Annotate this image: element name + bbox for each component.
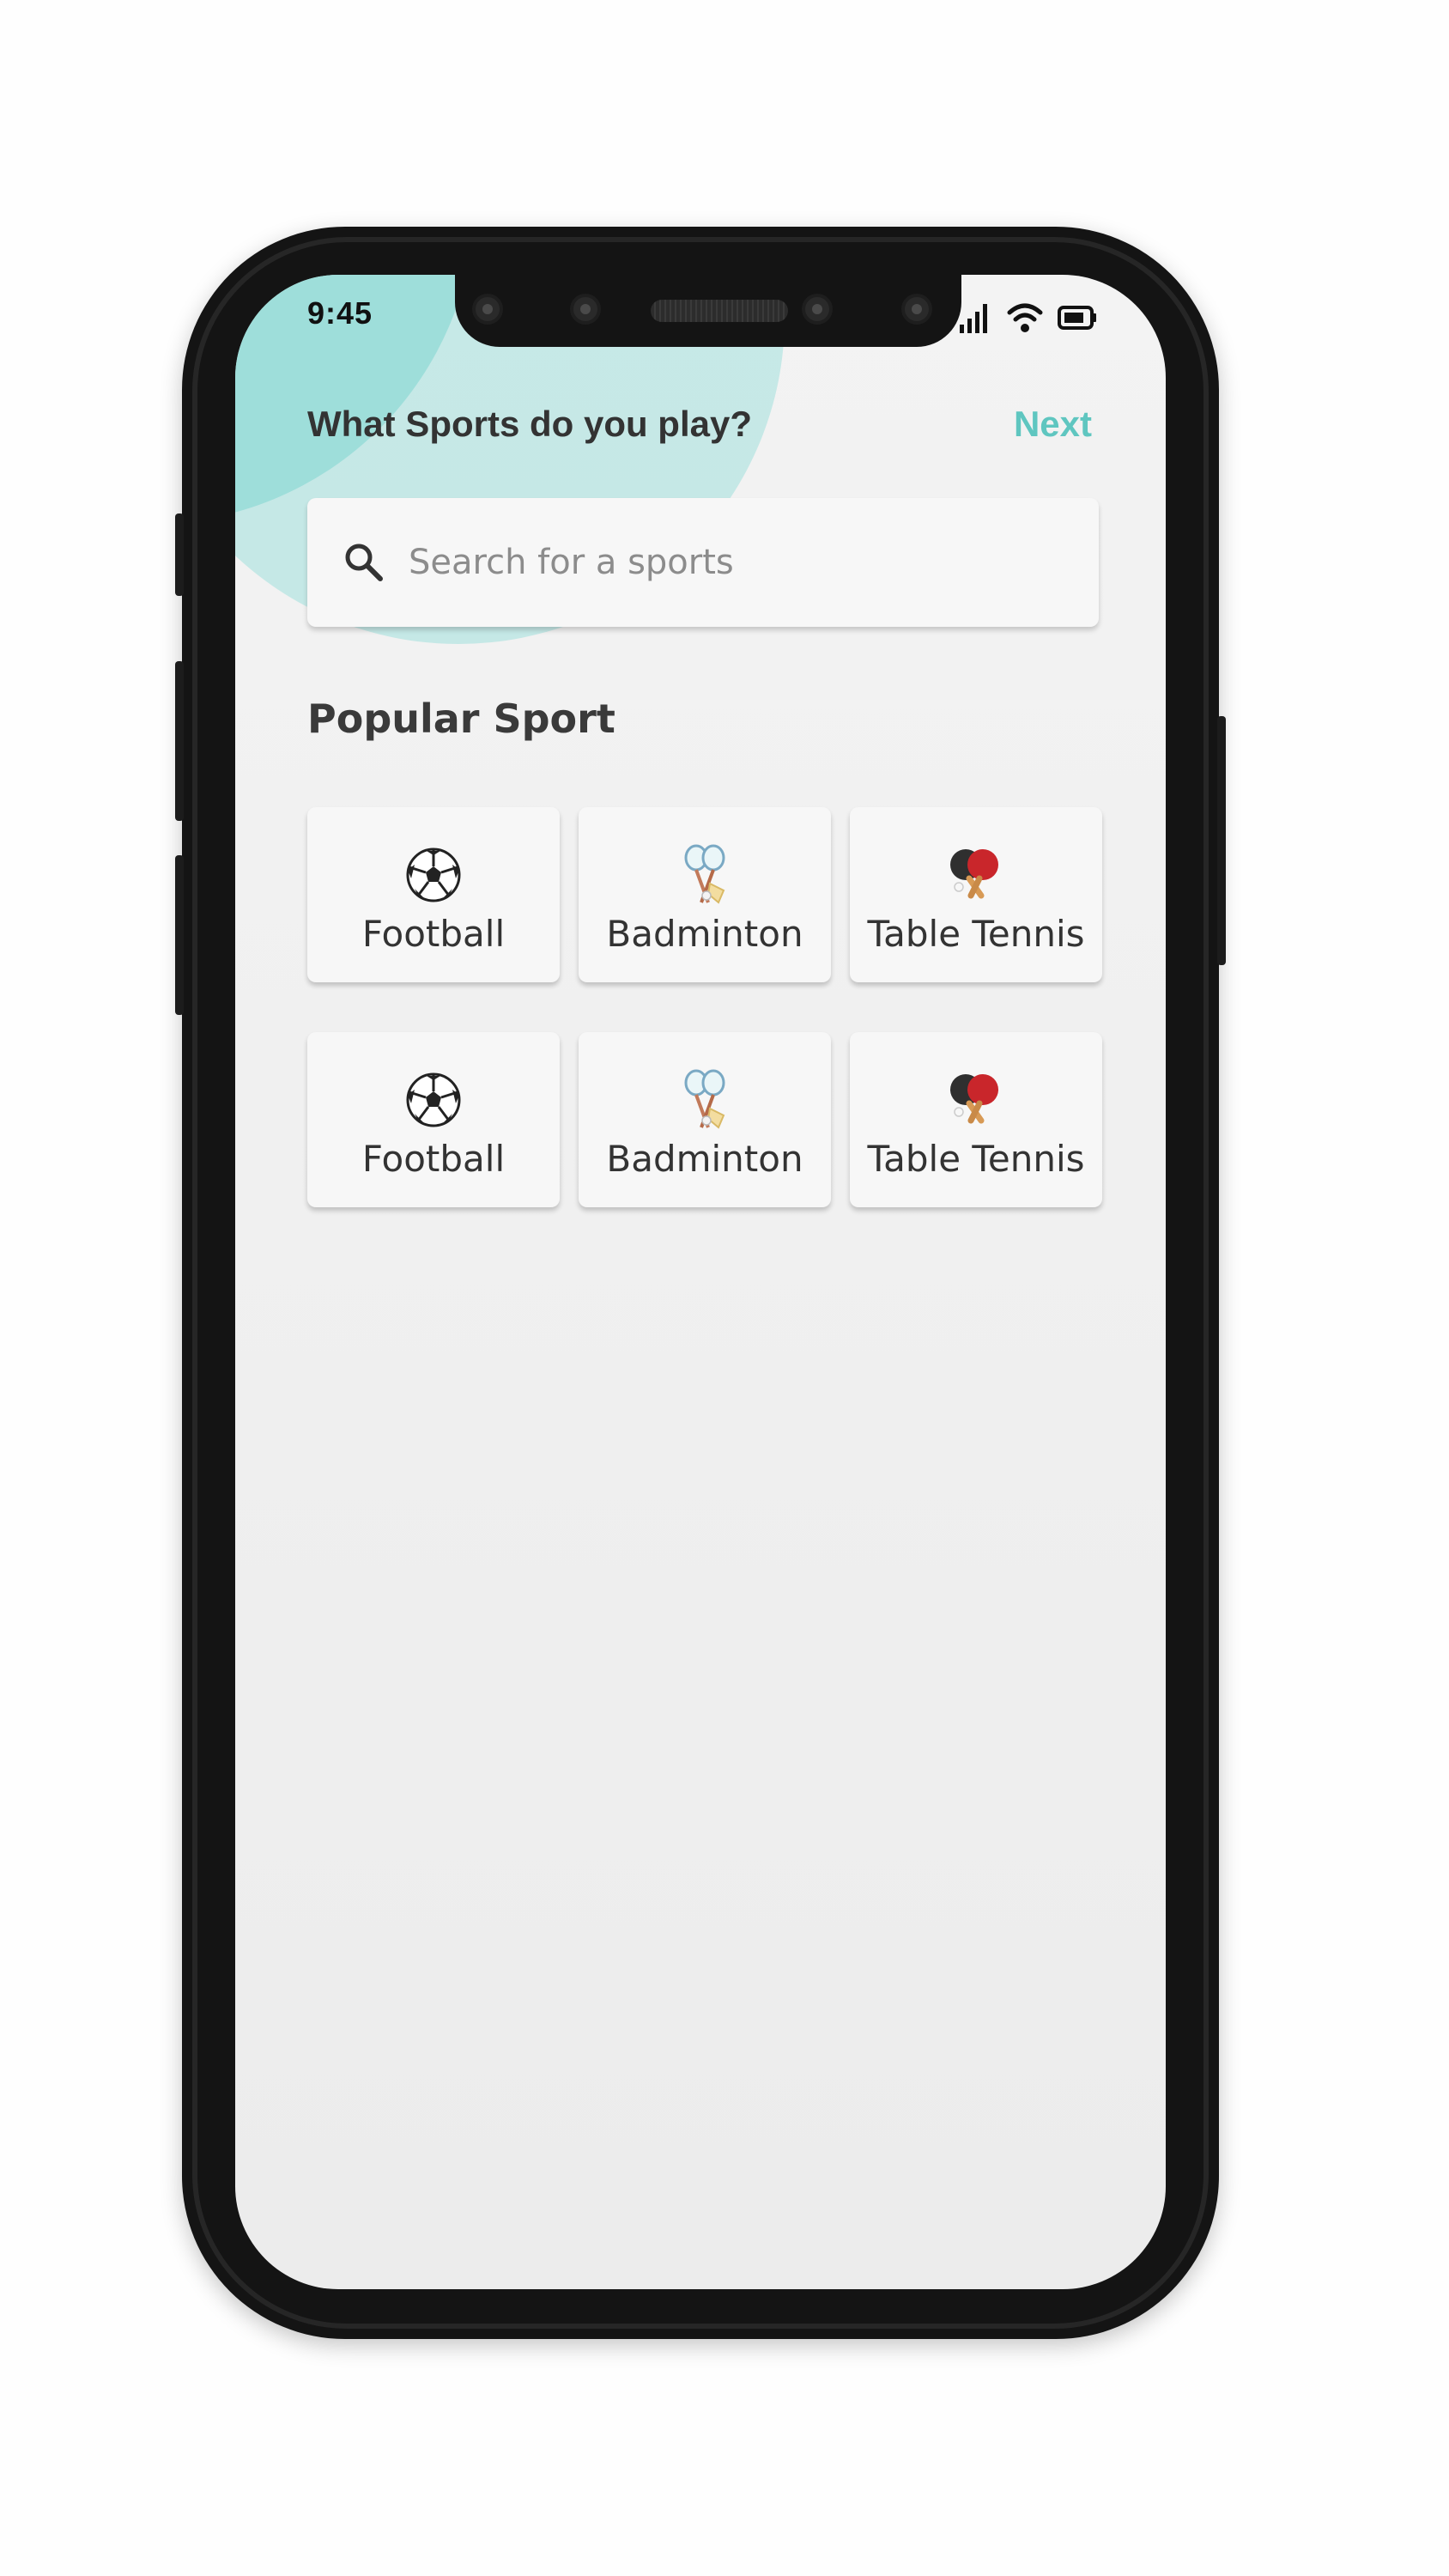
battery-icon — [1058, 306, 1096, 330]
notch — [455, 275, 961, 347]
page-title: What Sports do you play? — [307, 404, 753, 444]
search-bar[interactable] — [307, 498, 1099, 627]
sport-label: Table Tennis — [867, 1137, 1085, 1180]
soccer-ball-icon — [406, 1072, 461, 1127]
volume-up-button — [175, 661, 184, 821]
sport-label: Table Tennis — [867, 912, 1085, 955]
sport-card-football[interactable]: Football — [307, 1032, 560, 1207]
next-button[interactable]: Next — [1014, 404, 1092, 445]
search-input[interactable] — [407, 542, 1080, 583]
sport-label: Badminton — [606, 912, 803, 955]
sport-card-football[interactable]: Football — [307, 807, 560, 982]
light-sensor-icon — [802, 294, 833, 325]
front-camera-icon — [901, 294, 932, 325]
table-tennis-icon — [950, 1073, 998, 1123]
signal-icon — [960, 304, 987, 333]
soccer-ball-icon — [406, 848, 461, 902]
sport-card-table-tennis[interactable]: Table Tennis — [850, 807, 1102, 982]
sport-label: Football — [361, 912, 506, 955]
sport-label: Football — [361, 1137, 506, 1180]
sensor-icon — [472, 294, 503, 325]
sport-card-badminton[interactable]: Badminton — [579, 1032, 831, 1207]
sport-card-badminton[interactable]: Badminton — [579, 807, 831, 982]
badminton-icon — [684, 1069, 725, 1129]
table-tennis-icon — [950, 848, 998, 898]
status-icons — [958, 299, 1097, 337]
phone-frame: 9:45 What Sports do you play? Next Searc… — [175, 227, 1226, 2339]
status-time: 9:45 — [307, 295, 373, 331]
volume-down-button — [175, 855, 184, 1015]
sport-card-table-tennis[interactable]: Table Tennis — [850, 1032, 1102, 1207]
sports-grid: Football Badminton Table Tennis Football… — [307, 807, 1102, 1207]
app-screen: 9:45 What Sports do you play? Next Searc… — [235, 275, 1166, 2289]
mute-switch — [175, 513, 184, 596]
wifi-icon — [1007, 303, 1043, 332]
sport-label: Badminton — [606, 1137, 803, 1180]
earpiece-speaker — [651, 300, 788, 322]
proximity-sensor-icon — [570, 294, 601, 325]
search-icon — [345, 544, 383, 581]
section-title: Popular Sport — [307, 696, 615, 742]
power-button — [1217, 716, 1226, 965]
badminton-icon — [684, 844, 725, 904]
